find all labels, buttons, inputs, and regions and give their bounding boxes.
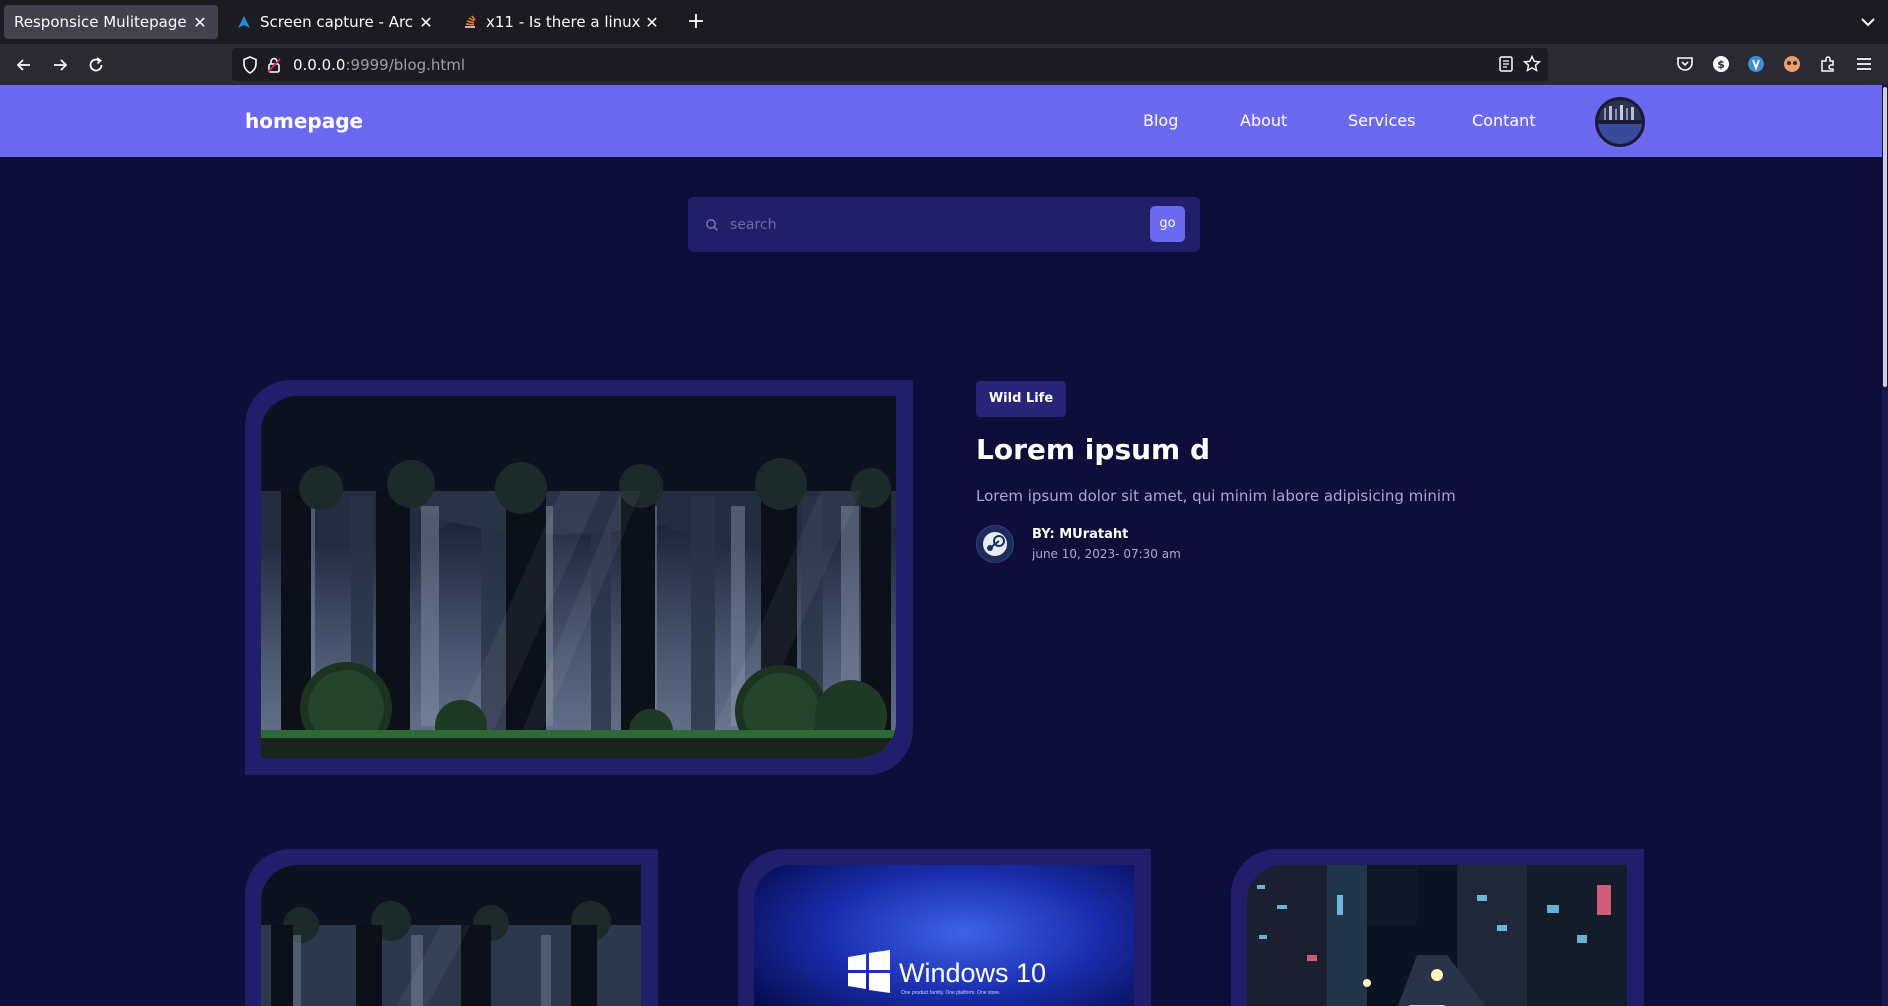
- stackexchange-icon: [462, 14, 478, 30]
- pocket-icon[interactable]: [1675, 54, 1695, 74]
- bitwarden-extension-icon[interactable]: [1746, 54, 1766, 74]
- address-bar[interactable]: 0.0.0.0:9999/blog.html: [232, 48, 1548, 81]
- author-avatar: [976, 525, 1014, 563]
- reader-view-icon[interactable]: [1496, 54, 1516, 74]
- tab-blog[interactable]: Responsice Mulitepage blog ✕: [4, 5, 218, 39]
- new-tab-icon[interactable]: +: [684, 10, 708, 34]
- search-go-button[interactable]: go: [1150, 206, 1185, 242]
- card-image-forest[interactable]: [261, 865, 641, 1006]
- nav-link-services[interactable]: Services: [1348, 111, 1415, 130]
- reload-icon[interactable]: [82, 51, 110, 79]
- post-excerpt: Lorem ipsum dolor sit amet, qui minim la…: [976, 487, 1456, 505]
- site-header: homepage Blog About Services Contant: [0, 85, 1888, 157]
- forward-icon[interactable]: [46, 51, 74, 79]
- back-icon[interactable]: [10, 51, 38, 79]
- close-tab-icon[interactable]: ✕: [418, 13, 434, 32]
- search-box: go: [688, 197, 1200, 252]
- search-input[interactable]: [728, 213, 1132, 237]
- url-path: :9999/blog.html: [345, 56, 466, 74]
- browser-toolbar: 0.0.0.0:9999/blog.html $: [0, 44, 1888, 85]
- featured-post-image[interactable]: [261, 396, 896, 758]
- site-logo[interactable]: homepage: [245, 109, 363, 133]
- windows-logo-text: Windows 10: [899, 958, 1046, 988]
- tab-title: Screen capture - ArchWiki: [260, 13, 414, 31]
- app-menu-icon[interactable]: [1854, 54, 1874, 74]
- tab-stackexchange[interactable]: x11 - Is there a linux comm ✕: [452, 5, 670, 39]
- post-date: june 10, 2023- 07:30 am: [1032, 547, 1181, 561]
- bookmark-star-icon[interactable]: [1522, 54, 1542, 74]
- archwiki-icon: [236, 14, 252, 30]
- post-title[interactable]: Lorem ipsum d: [976, 433, 1210, 466]
- web-page: homepage Blog About Services Contant go: [0, 85, 1888, 1006]
- search-icon: [705, 217, 719, 236]
- tab-title: Responsice Mulitepage blog: [14, 13, 188, 31]
- dollar-extension-icon[interactable]: $: [1711, 54, 1731, 74]
- nav-link-contact[interactable]: Contant: [1472, 111, 1536, 130]
- url-text: 0.0.0.0:9999/blog.html: [293, 56, 465, 74]
- close-tab-icon[interactable]: ✕: [192, 13, 208, 32]
- privacy-badger-icon[interactable]: [1782, 54, 1802, 74]
- browser-tab-bar: Responsice Mulitepage blog ✕ Screen capt…: [0, 0, 1888, 44]
- page-scrollbar-thumb[interactable]: [1883, 87, 1887, 387]
- list-all-tabs-icon[interactable]: [1858, 12, 1878, 32]
- profile-avatar[interactable]: [1595, 97, 1645, 147]
- url-host: 0.0.0.0: [293, 56, 346, 74]
- nav-link-about[interactable]: About: [1240, 111, 1287, 130]
- svg-text:$: $: [1717, 58, 1725, 71]
- tab-title: x11 - Is there a linux comm: [486, 13, 640, 31]
- card-image-city[interactable]: [1247, 865, 1627, 1006]
- shield-icon[interactable]: [240, 55, 260, 75]
- category-tag[interactable]: Wild Life: [976, 381, 1066, 417]
- close-tab-icon[interactable]: ✕: [644, 13, 660, 32]
- card-image-windows[interactable]: Windows 10 One product family. One platf…: [754, 865, 1134, 1006]
- insecure-lock-icon[interactable]: [264, 55, 284, 75]
- nav-link-blog[interactable]: Blog: [1143, 111, 1178, 130]
- tab-archwiki[interactable]: Screen capture - ArchWiki ✕: [226, 5, 444, 39]
- extensions-puzzle-icon[interactable]: [1818, 54, 1838, 74]
- author-name: BY: MUrataht: [1032, 527, 1129, 542]
- windows-logo-subtext: One product family. One platform. One st…: [901, 990, 1000, 996]
